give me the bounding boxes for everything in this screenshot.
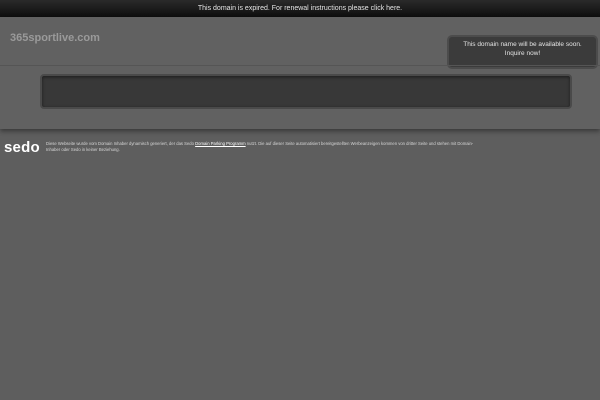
header-divider — [0, 65, 600, 66]
domain-title: 365sportlive.com — [10, 32, 100, 44]
sedo-logo[interactable]: sedo — [4, 139, 40, 156]
expired-domain-message[interactable]: This domain is expired. For renewal inst… — [198, 5, 402, 12]
expired-domain-banner[interactable]: This domain is expired. For renewal inst… — [0, 0, 600, 17]
disclaimer-text-before: Diese Webseite wurde vom Domain Inhaber … — [46, 141, 196, 146]
header: 365sportlive.com This domain name will b… — [0, 17, 600, 129]
availability-notice-line1: This domain name will be available soon. — [463, 41, 582, 48]
search-bar[interactable] — [40, 74, 572, 109]
domain-parking-link[interactable]: Domain Parking Programm — [195, 141, 246, 146]
parking-disclaimer: Diese Webseite wurde vom Domain Inhaber … — [46, 141, 476, 153]
availability-notice-line2: Inquire now! — [504, 50, 541, 57]
availability-notice-button[interactable]: This domain name will be available soon.… — [447, 35, 598, 69]
footer: sedo Diese Webseite wurde vom Domain Inh… — [0, 138, 600, 168]
